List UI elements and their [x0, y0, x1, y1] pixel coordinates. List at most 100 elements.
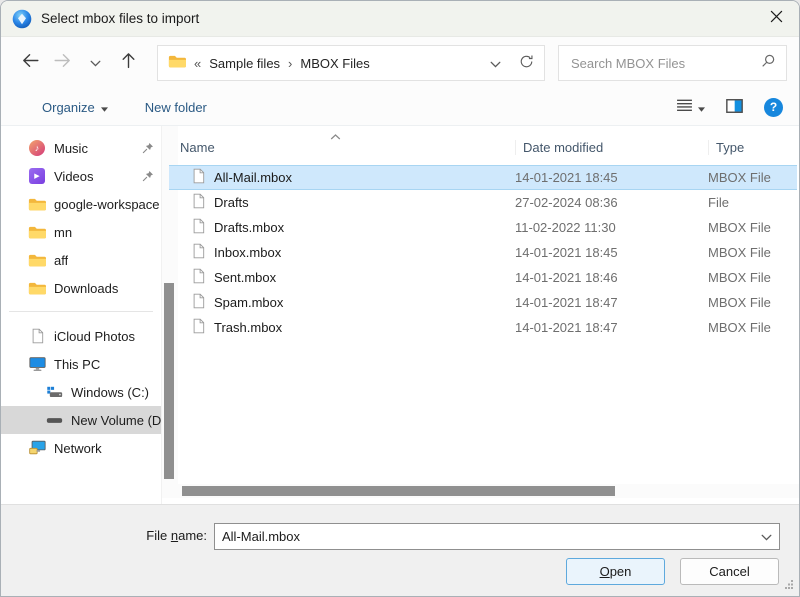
file-open-dialog: Select mbox files to import « Sample fil…	[0, 0, 800, 597]
breadcrumb-sample-files[interactable]: Sample files	[209, 56, 280, 71]
file-row-trash-mbox[interactable]: Trash.mbox 14-01-2021 18:47 MBOX File	[169, 315, 797, 340]
column-header-row: Name Date modified Type	[162, 126, 799, 162]
file-name-input[interactable]	[215, 529, 753, 544]
sidebar-item-downloads[interactable]: Downloads	[1, 274, 161, 302]
monitor-icon	[27, 356, 47, 372]
sidebar-item-label: This PC	[54, 357, 100, 372]
sidebar-item-mn[interactable]: mn	[1, 218, 161, 246]
pin-icon	[142, 142, 154, 154]
file-row-inbox-mbox[interactable]: Inbox.mbox 14-01-2021 18:45 MBOX File	[169, 240, 797, 265]
file-row-type: File	[708, 195, 797, 210]
sidebar-item-this-pc[interactable]: This PC	[1, 350, 161, 378]
column-header-date-modified[interactable]: Date modified	[515, 140, 708, 155]
sidebar-item-label: Network	[54, 441, 102, 456]
file-row-date-modified: 14-01-2021 18:47	[515, 320, 708, 335]
help-button[interactable]: ?	[764, 98, 783, 117]
file-row-drafts[interactable]: Drafts 27-02-2024 08:36 File	[169, 190, 797, 215]
drive-windows-icon	[44, 386, 64, 399]
sidebar-item-label: Downloads	[54, 281, 118, 296]
file-row-spam-mbox[interactable]: Spam.mbox 14-01-2021 18:47 MBOX File	[169, 290, 797, 315]
file-row-name: Inbox.mbox	[169, 243, 515, 262]
sidebar-item-google-workspace[interactable]: google-workspace	[1, 190, 161, 218]
file-row-sent-mbox[interactable]: Sent.mbox 14-01-2021 18:46 MBOX File	[169, 265, 797, 290]
view-caret-down-icon	[698, 100, 705, 115]
breadcrumb-mbox-files[interactable]: MBOX Files	[300, 56, 369, 71]
file-row-date-modified: 14-01-2021 18:45	[515, 245, 708, 260]
document-icon	[192, 243, 205, 262]
document-icon	[192, 193, 205, 212]
sidebar-item-label: New Volume (D:	[71, 413, 161, 428]
folder-icon	[27, 197, 47, 212]
resize-grip[interactable]	[784, 577, 794, 592]
sidebar-item-windows-c[interactable]: Windows (C:)	[1, 378, 161, 406]
file-row-name: All-Mail.mbox	[169, 168, 515, 187]
file-rows: All-Mail.mbox 14-01-2021 18:45 MBOX File…	[162, 162, 799, 340]
preview-pane-icon	[726, 101, 743, 116]
cancel-button[interactable]: Cancel	[680, 558, 779, 585]
open-label: Open	[600, 564, 632, 579]
refresh-icon[interactable]	[519, 54, 534, 72]
address-bar[interactable]: « Sample files › MBOX Files	[157, 45, 545, 81]
recent-locations-button[interactable]	[79, 47, 112, 79]
file-row-all-mail-mbox[interactable]: All-Mail.mbox 14-01-2021 18:45 MBOX File	[169, 165, 797, 190]
file-row-name: Drafts.mbox	[169, 218, 515, 237]
caret-down-icon	[101, 100, 108, 115]
dialog-title: Select mbox files to import	[41, 11, 199, 26]
document-icon	[27, 328, 47, 344]
sidebar-item-label: mn	[54, 225, 72, 240]
back-button[interactable]	[13, 47, 46, 79]
list-horizontal-scrollbar-thumb[interactable]	[182, 486, 615, 496]
new-folder-button[interactable]: New folder	[145, 100, 207, 115]
file-list-pane: Name Date modified Type All-Mail.mbox 14…	[161, 126, 799, 504]
column-header-type[interactable]: Type	[708, 140, 799, 155]
chevron-down-icon	[90, 54, 101, 72]
sidebar-item-icloud-photos[interactable]: iCloud Photos	[1, 322, 161, 350]
music-icon: ♪	[27, 140, 47, 156]
app-logo-icon	[12, 9, 32, 29]
sidebar-item-label: aff	[54, 253, 68, 268]
file-name-dropdown-button[interactable]	[753, 524, 779, 549]
file-row-name: Drafts	[169, 193, 515, 212]
document-icon	[192, 218, 205, 237]
file-row-type: MBOX File	[708, 170, 797, 185]
address-dropdown-chevron-icon[interactable]	[490, 56, 501, 71]
breadcrumb-collapse[interactable]: «	[194, 56, 201, 71]
breadcrumb-separator: ›	[288, 56, 292, 71]
sidebar-item-label: Windows (C:)	[71, 385, 149, 400]
dialog-footer: File name: Open Cancel	[1, 504, 799, 596]
close-icon	[770, 10, 783, 28]
new-folder-label: New folder	[145, 100, 207, 115]
forward-button[interactable]	[46, 47, 79, 79]
network-icon	[27, 440, 47, 456]
search-input[interactable]	[569, 55, 761, 72]
navigation-bar: « Sample files › MBOX Files	[1, 37, 799, 89]
close-button[interactable]	[753, 1, 799, 36]
sidebar-item-label: iCloud Photos	[54, 329, 135, 344]
file-row-drafts-mbox[interactable]: Drafts.mbox 11-02-2022 11:30 MBOX File	[169, 215, 797, 240]
folder-icon	[27, 225, 47, 240]
sidebar-item-music[interactable]: ♪ Music	[1, 134, 161, 162]
help-icon: ?	[770, 100, 777, 114]
change-view-button[interactable]	[676, 99, 705, 115]
file-row-name: Trash.mbox	[169, 318, 515, 337]
list-view-icon	[676, 99, 693, 115]
search-icon	[761, 53, 776, 73]
file-row-type: MBOX File	[708, 220, 797, 235]
sidebar-item-network[interactable]: Network	[1, 434, 161, 462]
sidebar-item-aff[interactable]: aff	[1, 246, 161, 274]
organize-button[interactable]: Organize	[42, 100, 108, 115]
video-icon: ▶	[27, 168, 47, 184]
sidebar-item-new-volume-d[interactable]: New Volume (D:	[1, 406, 161, 434]
file-name-label: File name:	[129, 528, 207, 543]
file-row-type: MBOX File	[708, 270, 797, 285]
toolbar-right-group: ?	[676, 98, 783, 117]
open-button[interactable]: Open	[566, 558, 665, 585]
sidebar-divider	[9, 311, 153, 312]
preview-pane-button[interactable]	[726, 99, 743, 116]
file-row-date-modified: 11-02-2022 11:30	[515, 220, 708, 235]
list-horizontal-scrollbar-track[interactable]	[162, 484, 799, 498]
navigation-pane: ♪ Music ▶ Videos google-workspace mn aff…	[1, 126, 161, 504]
up-button[interactable]	[112, 47, 145, 79]
sidebar-item-label: Videos	[54, 169, 94, 184]
sidebar-item-videos[interactable]: ▶ Videos	[1, 162, 161, 190]
